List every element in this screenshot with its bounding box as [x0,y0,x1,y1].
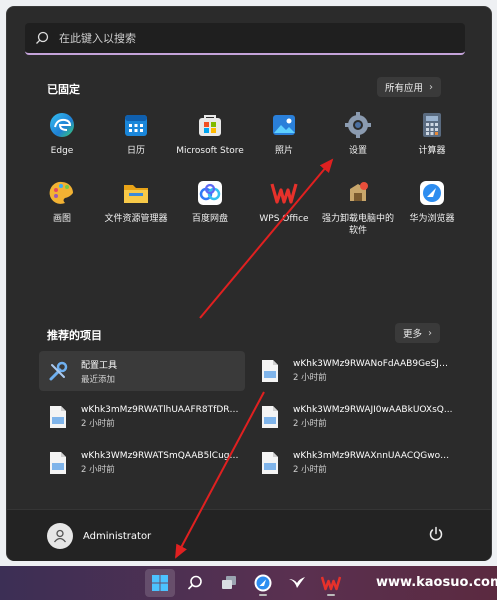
taskbar-wps-office[interactable] [316,569,346,597]
recommended-item[interactable]: 配置工具 最近添加 [39,351,245,391]
recommended-item-time: 最近添加 [81,374,116,385]
app-label: 文件资源管理器 [104,214,168,224]
recommended-item-name: 配置工具 [81,360,118,371]
image-file-icon [262,360,278,382]
start-menu: 已固定 所有应用 › Edge 日历 [6,6,492,561]
app-label: 强力卸载电脑中的软件 [321,214,394,236]
app-label: 设置 [348,146,367,156]
recommended-item[interactable]: wKhk3mMz9RWATlhUAAFR8TfDRU... 2 小时前 [39,397,245,437]
store-icon [199,115,221,136]
pinned-app-uninstaller[interactable]: 强力卸载电脑中的软件 [321,179,395,237]
recommended-item[interactable]: wKhk3WMz9RWANoFdAAB9GeSJH... 2 小时前 [251,351,457,391]
chevron-right-icon: › [429,81,434,93]
app-label: 百度网盘 [191,214,228,224]
task-view-icon [222,576,236,589]
recommended-item-time: 2 小时前 [81,419,115,429]
pinned-app-huawei-browser[interactable]: 华为浏览器 [395,179,469,237]
avatar [47,523,73,549]
pinned-app-paint[interactable]: 画图 [25,179,99,237]
edge-icon [50,113,74,137]
recommended-item-name: wKhk3WMz9RWATSmQAAB5lCug2... [81,451,241,461]
recommended-item-time: 2 小时前 [293,419,327,429]
pinned-app-baidu-netdisk[interactable]: 百度网盘 [173,179,247,237]
taskbar-search-button[interactable] [180,569,210,597]
recommended-item-time: 2 小时前 [293,465,327,475]
app-label: 画图 [52,214,71,224]
image-file-icon [50,406,66,428]
pinned-app-store[interactable]: Microsoft Store [173,111,247,169]
recommended-item-time: 2 小时前 [81,465,115,475]
app-label: Edge [50,146,74,156]
app-label: WPS Office [259,214,309,224]
search-icon [187,575,202,590]
recommended-item-name: wKhk3WMz9RWANoFdAAB9GeSJH... [293,359,453,369]
user-name: Administrator [83,530,152,542]
recommended-title: 推荐的项目 [47,329,102,342]
huawei-browser-icon [420,181,444,205]
app-label: 照片 [274,146,293,156]
baidu-netdisk-icon [198,181,222,205]
more-button[interactable]: 更多 › [395,323,441,343]
taskbar-start-button[interactable] [145,569,175,597]
pinned-app-calculator[interactable]: 计算器 [395,111,469,169]
recommended-item[interactable]: wKhk3mMz9RWAXnnUAACQGwok... 2 小时前 [251,443,457,483]
pinned-app-file-explorer[interactable]: 文件资源管理器 [99,179,173,237]
pinned-app-calendar[interactable]: 日历 [99,111,173,169]
photos-icon [273,115,295,135]
recommended-list: 配置工具 最近添加 wKhk3WMz9RWANoFdAAB9GeSJH... 2… [39,351,453,483]
taskbar-feishu-app[interactable] [282,569,312,597]
calendar-icon [125,115,147,136]
start-footer: Administrator [7,509,491,561]
wps-office-icon [270,183,298,204]
image-file-icon [262,406,278,428]
search-icon [36,31,49,44]
more-label: 更多 [403,329,423,340]
app-label: 华为浏览器 [409,214,455,224]
pinned-apps-grid: Edge 日历 Microsoft Store 照片 设置 计算器 画图 文件资… [25,111,471,237]
pinned-app-settings[interactable]: 设置 [321,111,395,169]
running-indicator [259,594,267,596]
recommended-item[interactable]: wKhk3WMz9RWATSmQAAB5lCug2... 2 小时前 [39,443,245,483]
calculator-icon [423,113,441,137]
all-apps-button[interactable]: 所有应用 › [377,77,442,97]
running-indicator [327,594,335,596]
config-tool-icon [49,361,68,381]
power-icon[interactable] [427,525,445,543]
all-apps-label: 所有应用 [385,83,424,94]
taskbar-huawei-browser[interactable] [248,569,278,597]
paint-icon [49,181,73,204]
taskbar-task-view-button[interactable] [214,569,244,597]
recommended-item-name: wKhk3WMz9RWAJI0wAABkUOXsQ... [293,405,453,415]
uninstaller-icon [350,182,368,201]
app-label: 日历 [126,146,145,156]
pinned-app-wps-office[interactable]: WPS Office [247,179,321,237]
pinned-title: 已固定 [47,83,80,96]
pinned-app-photos[interactable]: 照片 [247,111,321,169]
app-label: 计算器 [418,146,446,156]
user-account-button[interactable]: Administrator [47,523,151,549]
image-file-icon [262,452,278,474]
recommended-item-name: wKhk3mMz9RWAXnnUAACQGwok... [293,451,453,461]
user-icon [53,529,67,543]
windows-logo-icon [152,575,168,591]
settings-gear-icon [345,112,371,138]
bird-app-icon [289,577,305,588]
recommended-item-name: wKhk3mMz9RWATlhUAAFR8TfDRU... [81,405,241,415]
search-box[interactable] [25,23,465,55]
image-file-icon [50,452,66,474]
pinned-app-edge[interactable]: Edge [25,111,99,169]
chevron-right-icon: › [428,327,433,339]
huawei-browser-icon [254,574,272,592]
recommended-item[interactable]: wKhk3WMz9RWAJI0wAABkUOXsQ... 2 小时前 [251,397,457,437]
app-label: Microsoft Store [176,146,244,156]
search-input[interactable] [59,31,439,45]
recommended-item-time: 2 小时前 [293,373,327,383]
file-explorer-icon [124,185,148,203]
wps-office-icon [321,576,341,591]
watermark-text: www.kaosuo.com [376,575,497,590]
